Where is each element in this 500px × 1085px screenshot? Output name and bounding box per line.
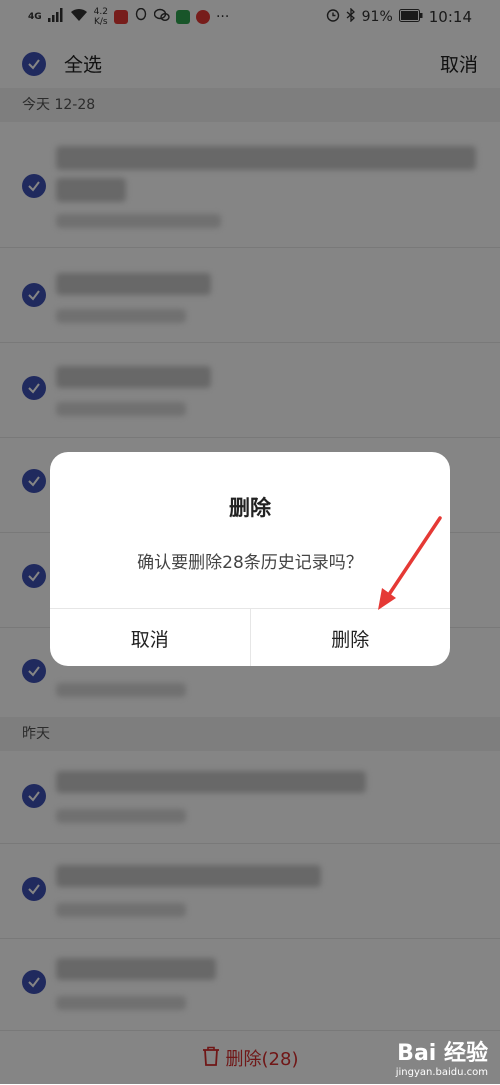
- dialog-title: 删除: [229, 496, 271, 520]
- watermark-logo: Bai 经验: [397, 1041, 488, 1066]
- dialog-cancel-button[interactable]: 取消: [50, 609, 250, 666]
- dialog-buttons: 取消 删除: [50, 608, 450, 666]
- watermark-site: jingyan.baidu.com: [395, 1067, 488, 1078]
- history-page: 4G 4.2 K/s ··· 91% 10:14 全选 取消 今天 12-28 …: [0, 0, 500, 1085]
- baidu-jingyan-watermark: Bai 经验 jingyan.baidu.com: [396, 1035, 488, 1078]
- dialog-message: 确认要删除28条历史记录吗？: [137, 553, 363, 573]
- dialog-confirm-delete-button[interactable]: 删除: [249, 609, 451, 666]
- delete-confirm-dialog: 删除 确认要删除28条历史记录吗？ 取消 删除: [50, 452, 450, 666]
